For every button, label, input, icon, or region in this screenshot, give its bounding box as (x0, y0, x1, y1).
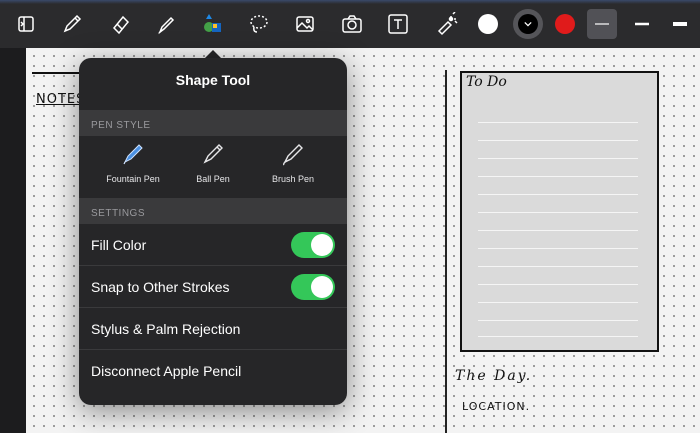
eraser-tool-icon[interactable] (104, 8, 136, 40)
color-swatch-black-selected[interactable] (513, 9, 543, 39)
todo-line (478, 336, 638, 337)
setting-stylus-palm-rejection[interactable]: Stylus & Palm Rejection (79, 308, 347, 350)
toggle-knob (311, 234, 333, 256)
setting-label: Disconnect Apple Pencil (91, 363, 242, 379)
page-divider-line (445, 70, 447, 433)
text-box-tool-icon[interactable] (382, 8, 414, 40)
stroke-width-thin-selected[interactable] (587, 9, 617, 39)
settings-header: SETTINGS (79, 198, 347, 224)
setting-label: Stylus & Palm Rejection (91, 321, 241, 337)
todo-line (478, 302, 638, 303)
brush-pen-icon (282, 144, 303, 166)
todo-line (478, 230, 638, 231)
todo-title: To Do (466, 74, 507, 90)
todo-line (478, 248, 638, 249)
todo-line (478, 212, 638, 213)
sidebar-toggle-icon[interactable] (10, 8, 42, 40)
pen-style-brush[interactable]: Brush Pen (249, 140, 337, 192)
todo-line (478, 140, 638, 141)
location-label: LOCATION. (462, 400, 531, 413)
setting-label: Fill Color (91, 237, 147, 253)
todo-line (478, 194, 638, 195)
camera-tool-icon[interactable] (336, 8, 368, 40)
day-label: The Day. (455, 368, 533, 384)
toggle-knob (311, 276, 333, 298)
toolbar-top-highlight (0, 0, 700, 4)
shape-tool-icon[interactable] (196, 8, 228, 40)
pen-style-header: PEN STYLE (79, 110, 347, 136)
popover-title: Shape Tool (175, 72, 251, 88)
setting-disconnect-pencil[interactable]: Disconnect Apple Pencil (79, 350, 347, 392)
laser-pointer-tool-icon[interactable] (430, 8, 462, 40)
stroke-width-medium[interactable] (626, 8, 658, 40)
color-swatch-red[interactable] (555, 14, 575, 34)
image-tool-icon[interactable] (289, 8, 321, 40)
sidebar-gutter (0, 48, 26, 433)
color-swatch-white[interactable] (478, 14, 498, 34)
color-swatch-black (518, 14, 538, 34)
pen-style-ball[interactable]: Ball Pen (169, 140, 257, 192)
todo-line (478, 284, 638, 285)
todo-line (478, 176, 638, 177)
stroke-width-thick[interactable] (664, 8, 696, 40)
ball-pen-icon (203, 144, 223, 164)
toolbar (0, 0, 700, 48)
setting-label: Snap to Other Strokes (91, 279, 230, 295)
pen-style-label: Brush Pen (271, 174, 315, 184)
setting-snap-strokes: Snap to Other Strokes (79, 266, 347, 308)
todo-line (478, 158, 638, 159)
pen-style-fountain[interactable]: Fountain Pen (89, 140, 177, 192)
setting-fill-color: Fill Color (79, 224, 347, 266)
pen-style-label: Fountain Pen (106, 174, 160, 184)
todo-line (478, 266, 638, 267)
lasso-tool-icon[interactable] (243, 8, 275, 40)
pen-tool-icon[interactable] (56, 8, 88, 40)
highlighter-tool-icon[interactable] (150, 8, 182, 40)
notes-heading: NOTES (36, 92, 86, 107)
todo-line (478, 320, 638, 321)
chevron-down-icon (524, 21, 532, 27)
todo-line (478, 122, 638, 123)
fill-color-toggle[interactable] (291, 232, 335, 258)
snap-strokes-toggle[interactable] (291, 274, 335, 300)
shape-tool-popover: Shape Tool PEN STYLE Fountain Pen Ball P… (79, 58, 347, 405)
fountain-pen-icon (123, 144, 143, 165)
pen-style-label: Ball Pen (196, 174, 230, 184)
